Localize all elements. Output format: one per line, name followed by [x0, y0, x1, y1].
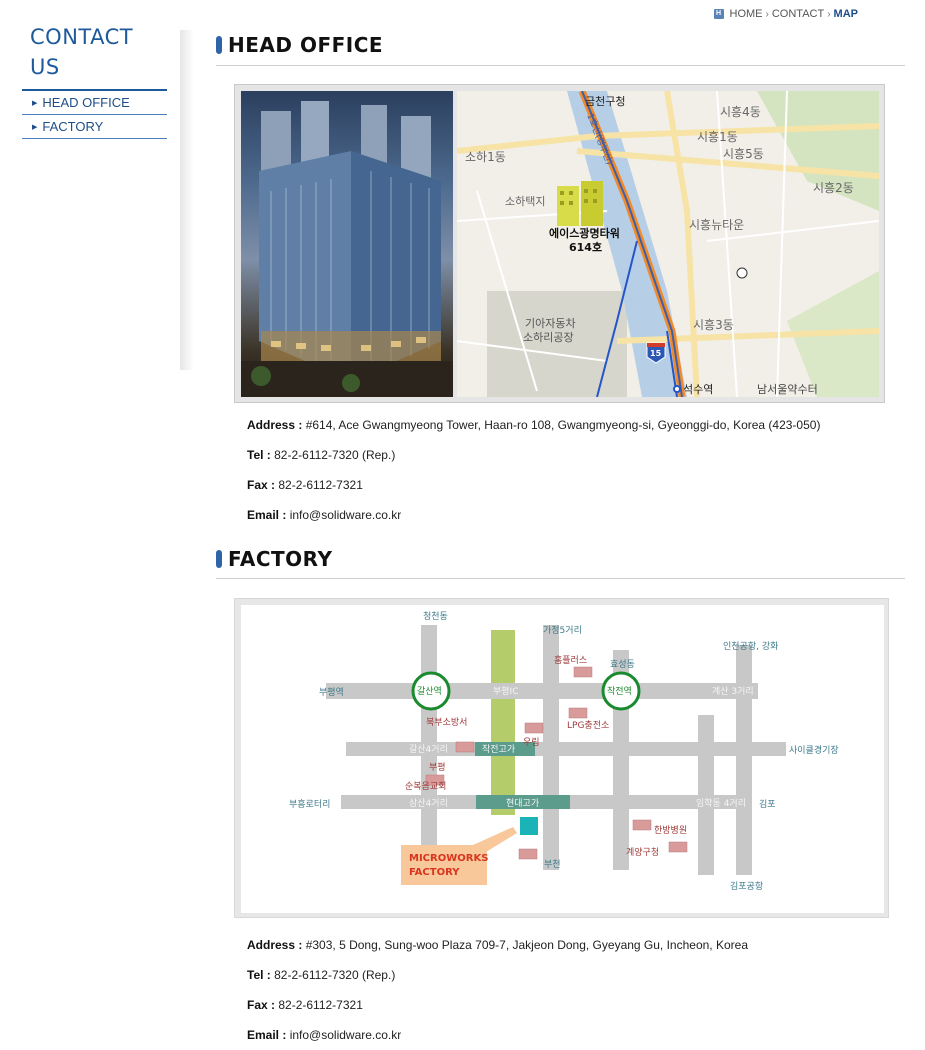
address-value: #614, Ace Gwangmyeong Tower, Haan-ro 108…	[305, 418, 821, 432]
map-label-bukbu-fire: 북부소방서	[426, 717, 467, 728]
sidebar-title: CONTACT US	[30, 25, 134, 79]
map-label-hompluss: 홈플러스	[554, 654, 587, 666]
tel-value: 82-2-6112-7320 (Rep.)	[274, 968, 396, 982]
head-office-tel: Tel : 82-2-6112-7320 (Rep.)	[247, 448, 396, 462]
map-label-lpg: LPG충전소	[567, 720, 609, 731]
map-label-seoksu-station: 석수역	[683, 383, 713, 396]
map-label-namseoul-pharmacy: 남서울약수터	[757, 382, 818, 396]
factory-fax: Fax : 82-2-6112-7321	[247, 998, 363, 1012]
map-label-samsan4: 삼산4거리	[409, 798, 448, 809]
sidebar-item-label: HEAD OFFICE	[42, 95, 130, 110]
breadcrumb: H HOME › CONTACT › MAP	[713, 8, 858, 20]
factory-map-frame: 청천동 가정5거리 인천공항, 강화 효성동 홈플러스 부평역 갈산역 부평IC…	[234, 598, 889, 918]
map-label-cheongcheon: 청천동	[423, 611, 448, 622]
building-illustration	[241, 101, 453, 397]
head-office-address: Address : #614, Ace Gwangmyeong Tower, H…	[247, 418, 821, 432]
map-label-incheon-airport: 인천공항, 강화	[723, 641, 778, 652]
sidebar-shadow	[180, 30, 194, 370]
head-office-map[interactable]: 금천구청 시흥4동 시흥1동 시흥5동 시흥2동 소하1동 소하택지 시흥뉴타운…	[457, 91, 879, 397]
map-label-imhak4: 임학동 4거리	[696, 797, 746, 809]
sidebar: CONTACT US ▶ HEAD OFFICE ▶ FACTORY	[22, 22, 167, 139]
map-label-jakjeon-overpass: 작전고가	[482, 744, 515, 755]
factory-divider	[216, 578, 905, 579]
map-label-gyeyang-office: 계양구청	[626, 846, 659, 858]
map-label-bucheon: 부천	[544, 859, 561, 870]
map-label-gimpo: 김포	[759, 798, 776, 810]
map-label-woolim: 우림	[523, 736, 540, 748]
sidebar-item-factory[interactable]: ▶ FACTORY	[22, 115, 167, 139]
map-label-siheung2: 시흥2동	[813, 181, 854, 195]
map-label-siheung4: 시흥4동	[720, 105, 761, 119]
sidebar-item-label: FACTORY	[42, 119, 104, 134]
head-office-map-svg: 금천구청 시흥4동 시흥1동 시흥5동 시흥2동 소하1동 소하택지 시흥뉴타운…	[457, 91, 879, 397]
factory-address: Address : #303, 5 Dong, Sung-woo Plaza 7…	[247, 938, 748, 952]
head-office-email: Email : info@solidware.co.kr	[247, 508, 402, 522]
map-label-bupyeong-church-2: 순복음교회	[405, 781, 446, 792]
triangle-right-icon: ▶	[32, 123, 38, 131]
map-label-hyundai-overpass: 현대고가	[506, 798, 539, 809]
breadcrumb-contact[interactable]: CONTACT	[772, 8, 824, 20]
breadcrumb-map: MAP	[833, 8, 858, 20]
factory-heading: FACTORY	[216, 547, 332, 571]
map-label-microworks: MICROWORKS	[409, 853, 488, 864]
map-label-siheung-newtown: 시흥뉴타운	[689, 218, 744, 232]
map-label-gajeong5: 가정5거리	[543, 625, 582, 636]
factory-map-svg: 청천동 가정5거리 인천공항, 강화 효성동 홈플러스 부평역 갈산역 부평IC…	[289, 611, 839, 892]
email-link[interactable]: info@solidware.co.kr	[290, 508, 402, 522]
map-label-factory-word: FACTORY	[409, 867, 460, 878]
map-label-gimpo-airport: 김포공항	[730, 880, 763, 892]
map-label-gyesan3: 계산 3거리	[712, 685, 754, 697]
map-label-bupyeong-church-1: 부평	[429, 762, 446, 773]
email-link[interactable]: info@solidware.co.kr	[290, 1028, 402, 1042]
map-label-hyoseong: 효성동	[610, 659, 635, 670]
head-office-heading: HEAD OFFICE	[216, 33, 383, 57]
factory-email: Email : info@solidware.co.kr	[247, 1028, 402, 1042]
head-office-divider	[216, 65, 905, 66]
factory-map[interactable]: 청천동 가정5거리 인천공항, 강화 효성동 홈플러스 부평역 갈산역 부평IC…	[241, 605, 884, 913]
map-label-galsan-st: 갈산역	[417, 686, 442, 697]
tel-value: 82-2-6112-7320 (Rep.)	[274, 448, 396, 462]
heading-bar	[216, 36, 222, 54]
map-label-jakjeon-st: 작전역	[607, 686, 632, 697]
map-label-buheung-rotary: 부흥로터리	[289, 798, 330, 810]
fax-value: 82-2-6112-7321	[278, 478, 363, 492]
map-label-siheung1: 시흥1동	[697, 130, 738, 144]
map-label-tower-name: 에이스광명타워	[549, 226, 620, 240]
building-photo	[241, 91, 453, 397]
map-label-soha1: 소하1동	[465, 150, 506, 164]
map-label-kia-factory-1: 기아자동차	[525, 317, 576, 330]
map-label-bupyeong-st: 부평역	[319, 687, 344, 698]
map-label-cycle-track: 사이클경기장	[789, 744, 839, 756]
head-office-image-frame: 금천구청 시흥4동 시흥1동 시흥5동 시흥2동 소하1동 소하택지 시흥뉴타운…	[234, 84, 885, 403]
map-label-geumcheon: 금천구청	[585, 94, 625, 108]
map-label-kia-factory-2: 소하리공장	[523, 330, 574, 344]
map-label-bupyeong-ic: 부평IC	[493, 686, 519, 697]
map-label-siheung5: 시흥5동	[723, 147, 764, 161]
triangle-right-icon: ▶	[32, 99, 38, 107]
address-value: #303, 5 Dong, Sung-woo Plaza 709-7, Jakj…	[305, 938, 748, 952]
chevron-right-icon: ›	[765, 8, 769, 20]
head-office-fax: Fax : 82-2-6112-7321	[247, 478, 363, 492]
sidebar-item-head-office[interactable]: ▶ HEAD OFFICE	[22, 91, 167, 115]
map-label-siheung3: 시흥3동	[693, 318, 734, 332]
map-label-tower-unit: 614호	[569, 240, 602, 254]
map-label-route-15: 15	[650, 349, 662, 358]
chevron-right-icon: ›	[827, 8, 831, 20]
head-office-title: HEAD OFFICE	[228, 33, 384, 57]
factory-title: FACTORY	[228, 547, 333, 571]
factory-tel: Tel : 82-2-6112-7320 (Rep.)	[247, 968, 396, 982]
map-label-sohataek: 소하택지	[505, 194, 545, 208]
heading-bar	[216, 550, 222, 568]
fax-value: 82-2-6112-7321	[278, 998, 363, 1012]
breadcrumb-home[interactable]: HOME	[730, 8, 763, 20]
map-label-hanbang-hospital: 한방병원	[654, 825, 687, 836]
home-icon: H	[713, 9, 724, 19]
map-label-galsan4: 갈산4거리	[409, 744, 448, 755]
